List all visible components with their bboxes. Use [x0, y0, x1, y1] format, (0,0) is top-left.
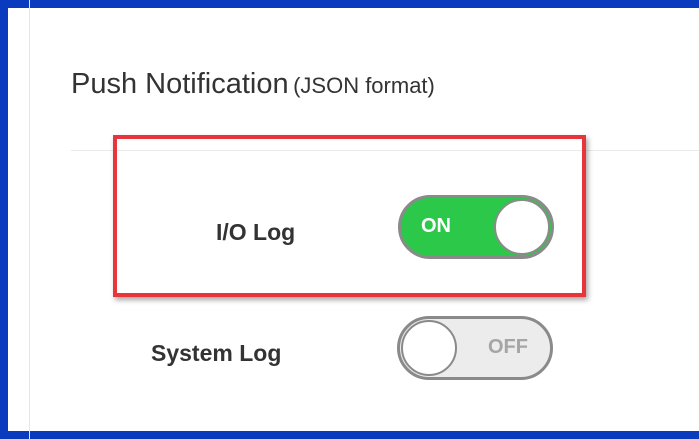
system-log-toggle-knob — [401, 320, 457, 376]
system-log-toggle-state: OFF — [488, 336, 528, 358]
section-subtitle: (JSON format) — [293, 73, 435, 98]
io-log-toggle-knob — [494, 199, 550, 255]
io-log-toggle-state: ON — [421, 215, 451, 237]
section-title-text: Push Notification — [71, 68, 289, 100]
io-log-toggle[interactable]: ON — [398, 195, 554, 259]
section-title: Push Notification (JSON format) — [71, 68, 435, 101]
system-log-toggle[interactable]: OFF — [397, 316, 553, 380]
left-divider — [29, 0, 30, 439]
system-log-label: System Log — [151, 340, 282, 366]
io-log-label: I/O Log — [216, 219, 296, 245]
